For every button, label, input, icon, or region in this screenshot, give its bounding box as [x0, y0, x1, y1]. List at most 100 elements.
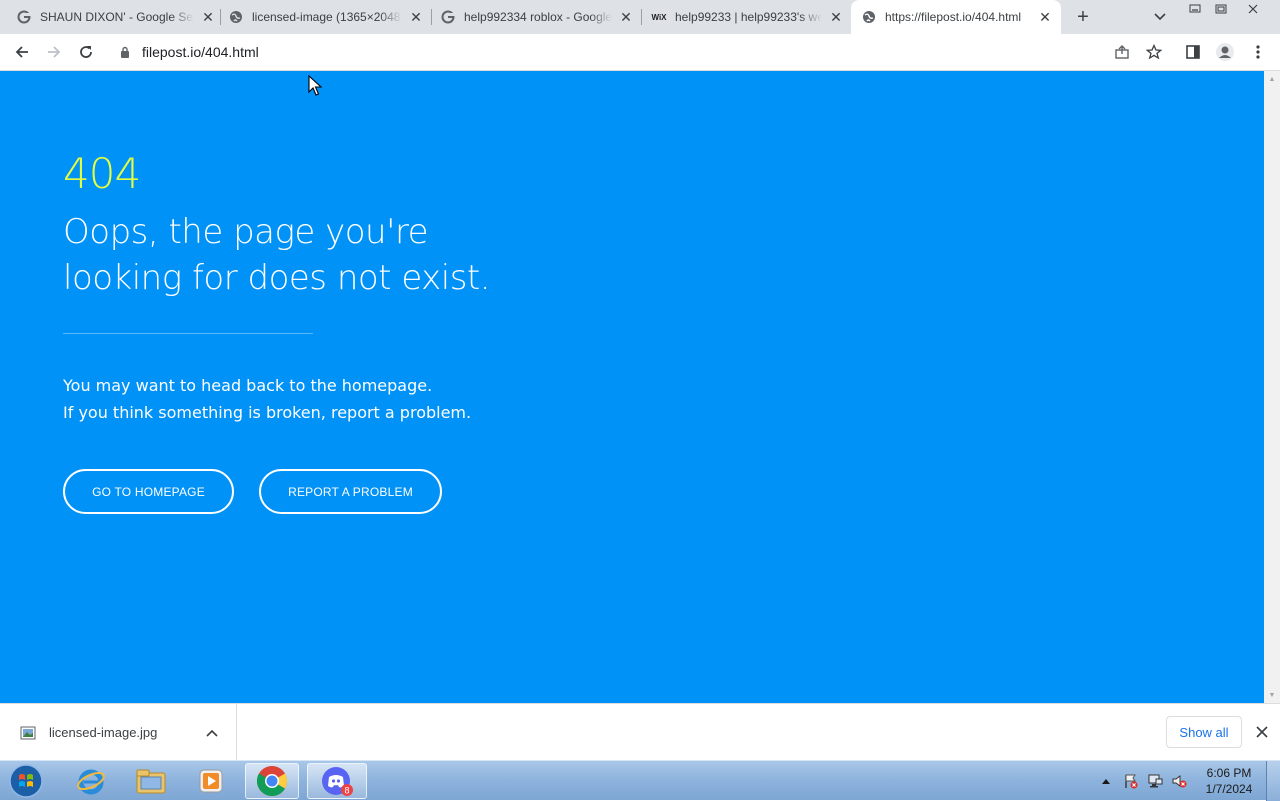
back-button[interactable] — [10, 40, 34, 64]
page-content: 404 Oops, the page you're looking for do… — [0, 71, 1264, 703]
close-icon — [1248, 4, 1258, 14]
taskbar-media-player[interactable] — [184, 763, 238, 799]
close-tab-icon[interactable]: ✕ — [828, 9, 844, 25]
go-to-homepage-button[interactable]: GO TO HOMEPAGE — [63, 469, 234, 514]
restore-button[interactable] — [1208, 0, 1234, 18]
wix-icon: WiX — [651, 12, 667, 22]
message-line-report: If you think something is broken, report… — [63, 403, 472, 422]
close-tab-icon[interactable]: ✕ — [200, 9, 216, 25]
profile-button[interactable] — [1213, 40, 1237, 64]
system-clock[interactable]: 6:06 PM 1/7/2024 — [1196, 765, 1262, 797]
tab-separator — [641, 9, 642, 25]
arrow-right-icon — [48, 46, 61, 58]
media-player-icon — [199, 769, 223, 793]
taskbar-file-explorer[interactable] — [124, 763, 178, 799]
tab-filepost-404[interactable]: https://filepost.io/404.html ✕ — [851, 0, 1061, 34]
close-tab-icon[interactable]: ✕ — [408, 9, 424, 25]
chevron-up-icon — [1102, 779, 1110, 784]
menu-button[interactable] — [1246, 40, 1270, 64]
tab-title: licensed-image (1365×2048) — [252, 10, 402, 24]
google-g-icon — [440, 9, 456, 25]
tab-google-search-2[interactable]: help992334 roblox - Google Search ✕ — [440, 0, 634, 34]
tab-title: help992334 roblox - Google Search — [464, 10, 612, 24]
download-shelf: licensed-image.jpg Show all — [0, 703, 1280, 761]
side-panel-icon — [1186, 45, 1200, 59]
start-button[interactable] — [4, 762, 48, 800]
kebab-menu-icon — [1256, 45, 1260, 59]
tray-action-center[interactable] — [1120, 761, 1142, 801]
arrow-left-icon — [15, 46, 28, 58]
tab-google-search-1[interactable]: SHAUN DIXON' - Google Search ✕ — [16, 0, 216, 34]
star-icon — [1146, 44, 1162, 60]
globe-icon — [228, 9, 244, 25]
tray-network[interactable] — [1144, 761, 1166, 801]
chevron-down-icon — [1154, 13, 1166, 21]
tab-title: SHAUN DIXON' - Google Search — [40, 10, 194, 24]
show-all-downloads-button[interactable]: Show all — [1166, 716, 1242, 748]
close-tab-icon[interactable]: ✕ — [618, 9, 634, 25]
share-button[interactable] — [1110, 40, 1134, 64]
browser-toolbar: filepost.io/404.html — [0, 34, 1280, 71]
chevron-up-icon — [206, 729, 218, 737]
divider — [63, 333, 313, 334]
mouse-cursor-icon — [308, 75, 322, 96]
scroll-up-arrow-icon[interactable]: ▲ — [1264, 71, 1280, 87]
reload-icon — [80, 46, 92, 58]
close-shelf-button[interactable] — [1253, 723, 1271, 741]
tab-title: https://filepost.io/404.html — [885, 10, 1022, 24]
discord-badge-count: 8 — [344, 786, 349, 796]
error-code: 404 — [63, 149, 141, 198]
tray-volume-muted[interactable] — [1168, 761, 1190, 801]
show-hidden-icons-button[interactable] — [1098, 761, 1114, 801]
internet-explorer-icon — [77, 769, 105, 795]
error-message: You may want to head back to the homepag… — [63, 372, 471, 426]
image-file-icon — [20, 726, 36, 739]
tab-separator — [220, 9, 221, 25]
report-problem-button[interactable]: REPORT A PROBLEM — [259, 469, 442, 514]
new-tab-button[interactable]: + — [1072, 6, 1094, 28]
error-title: Oops, the page you're looking for does n… — [63, 212, 491, 298]
restore-icon — [1215, 4, 1227, 14]
clock-date: 1/7/2024 — [1205, 782, 1253, 796]
download-item[interactable]: licensed-image.jpg — [0, 704, 237, 761]
download-filename: licensed-image.jpg — [49, 725, 158, 740]
tab-strip: SHAUN DIXON' - Google Search ✕ licensed-… — [0, 0, 1280, 34]
side-panel-button[interactable] — [1181, 40, 1205, 64]
chrome-icon — [256, 766, 288, 797]
vertical-scrollbar[interactable]: ▲ ▼ — [1264, 71, 1280, 703]
lock-icon[interactable] — [118, 45, 132, 59]
taskbar-discord[interactable]: 8 — [307, 763, 367, 799]
clock-time: 6:06 PM — [1206, 766, 1252, 780]
forward-button[interactable] — [42, 40, 66, 64]
minimize-button[interactable] — [1182, 0, 1208, 18]
show-desktop-button[interactable] — [1266, 761, 1280, 801]
google-g-icon — [16, 9, 32, 25]
avatar-icon — [1216, 43, 1234, 61]
speaker-muted-icon — [1172, 775, 1187, 788]
folder-icon — [136, 769, 166, 794]
message-line-homepage: You may want to head back to the homepag… — [63, 376, 433, 395]
scroll-down-arrow-icon[interactable]: ▼ — [1264, 687, 1280, 703]
discord-icon: 8 — [322, 767, 353, 796]
tab-separator — [431, 9, 432, 25]
flag-warning-icon — [1125, 774, 1138, 789]
bookmark-button[interactable] — [1142, 40, 1166, 64]
taskbar-chrome[interactable] — [245, 763, 299, 799]
close-icon — [1256, 726, 1268, 738]
tab-search-button[interactable] — [1150, 8, 1170, 26]
tab-wix-site[interactable]: WiX help99233 | help99233's website ✕ — [651, 0, 844, 34]
network-icon — [1148, 774, 1163, 788]
download-options-button[interactable] — [204, 725, 220, 741]
close-tab-icon[interactable]: ✕ — [1037, 9, 1053, 25]
address-bar[interactable]: filepost.io/404.html — [108, 37, 1108, 67]
windows-start-icon — [9, 764, 43, 798]
minimize-icon — [1189, 4, 1201, 13]
windows-taskbar: 8 6:06 PM 1/7/2024 — [0, 760, 1280, 801]
taskbar-internet-explorer[interactable] — [64, 763, 118, 799]
close-window-button[interactable] — [1240, 0, 1266, 18]
url-text: filepost.io/404.html — [142, 44, 259, 60]
tab-licensed-image[interactable]: licensed-image (1365×2048) ✕ — [228, 0, 424, 34]
globe-icon — [861, 9, 877, 25]
reload-button[interactable] — [74, 40, 98, 64]
tab-title: help99233 | help99233's website — [675, 10, 822, 24]
